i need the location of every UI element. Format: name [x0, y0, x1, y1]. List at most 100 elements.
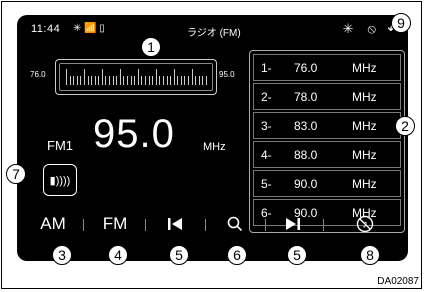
tuning-tick [76, 76, 78, 85]
signal-icon: 📶 [84, 23, 97, 34]
tuning-tick [130, 76, 132, 85]
tuning-tick [98, 76, 100, 85]
tuning-tick [155, 69, 157, 85]
preset-number: 1- [261, 61, 272, 75]
tuning-tick [73, 76, 75, 85]
no-disc-icon[interactable]: ⦸ [368, 21, 376, 37]
callout-1: 1 [141, 37, 161, 57]
tuning-bar-inner [59, 63, 213, 91]
tuning-tick [94, 76, 96, 85]
figure-code: DA02087 [377, 276, 419, 287]
callout-5b: 5 [287, 245, 307, 265]
speaker-icon: ▮)))) [49, 174, 71, 187]
tuning-tick [116, 76, 118, 85]
tuning-tick [144, 76, 146, 85]
preset-unit: MHz [352, 119, 377, 133]
divider [83, 219, 84, 231]
header-icons: ✳ ⦸ [343, 21, 376, 37]
preset-4[interactable]: 4- 88.0 MHz [253, 141, 401, 168]
tuning-tick [180, 76, 182, 85]
preset-frequency: 76.0 [294, 61, 318, 75]
tuning-tick [123, 76, 125, 85]
tuning-bar[interactable] [55, 59, 217, 95]
tuning-tick [101, 69, 103, 85]
skip-previous-icon [168, 218, 182, 230]
preset-2[interactable]: 2- 78.0 MHz [253, 83, 401, 110]
tuning-tick [91, 76, 93, 85]
am-button[interactable]: AM [35, 208, 71, 240]
tuning-tick [202, 76, 204, 85]
tuning-tick [152, 76, 154, 85]
tuning-tick [127, 76, 129, 85]
callout-2: 2 [395, 116, 415, 136]
tuning-tick [137, 69, 139, 85]
search-icon [227, 216, 243, 232]
skip-previous-button[interactable] [157, 208, 193, 240]
preset-1[interactable]: 1- 76.0 MHz [253, 54, 401, 81]
sound-settings-button[interactable]: ▮)))) [43, 164, 77, 196]
callout-9: 9 [391, 13, 411, 33]
battery-icon: ▯ [99, 23, 105, 34]
preset-3[interactable]: 3- 83.0 MHz [253, 112, 401, 139]
tuning-tick [148, 76, 150, 85]
tuning-tick [162, 76, 164, 85]
divider [205, 219, 206, 231]
tuning-tick [170, 76, 172, 85]
callout-7: 7 [6, 164, 26, 184]
preset-number: 4- [261, 148, 272, 162]
tuning-tick [87, 76, 89, 85]
search-button[interactable] [217, 208, 253, 240]
tuning-tick [173, 69, 175, 85]
frequency-unit: MHz [203, 141, 226, 153]
callout-4: 4 [108, 245, 128, 265]
status-icons: ✳ 📶 ▯ [73, 23, 105, 34]
fm-button[interactable]: FM [97, 208, 133, 240]
tuning-tick [134, 76, 136, 85]
preset-number: 3- [261, 119, 272, 133]
preset-unit: MHz [352, 61, 377, 75]
tuning-tick [119, 69, 121, 85]
tuning-tick [195, 76, 197, 85]
tuning-tick [198, 76, 200, 85]
tuning-tick [112, 76, 114, 85]
preset-unit: MHz [352, 90, 377, 104]
tuning-tick [191, 69, 193, 85]
tuning-tick [69, 76, 71, 85]
preset-5[interactable]: 5- 90.0 MHz [253, 170, 401, 197]
bluetooth-icon[interactable]: ✳ [343, 21, 354, 37]
tuning-tick [177, 76, 179, 85]
tuning-tick [141, 76, 143, 85]
preset-number: 5- [261, 177, 272, 191]
radio-screen: 11:44 ✳ 📶 ▯ ラジオ (FM) ✳ ⦸ ↶ 76.0 95.0 FM1… [17, 15, 408, 261]
preset-unit: MHz [352, 177, 377, 191]
tuning-tick [188, 76, 190, 85]
tuner-high-label: 95.0 [219, 70, 235, 79]
preset-unit: MHz [352, 148, 377, 162]
divider [265, 219, 266, 231]
callout-6: 6 [227, 245, 247, 265]
preset-frequency: 90.0 [294, 177, 318, 191]
source-button[interactable]: ♪ [347, 208, 383, 240]
tuning-tick [105, 76, 107, 85]
preset-frequency: 88.0 [294, 148, 318, 162]
band-label: FM1 [47, 138, 73, 153]
preset-number: 2- [261, 90, 272, 104]
preset-frequency: 83.0 [294, 119, 318, 133]
bluetooth-status-icon: ✳ [73, 23, 82, 34]
page-title: ラジオ (FM) [187, 28, 241, 39]
preset-frequency: 78.0 [294, 90, 318, 104]
tuner-low-label: 76.0 [30, 70, 46, 79]
music-off-icon: ♪ [356, 215, 374, 233]
tuning-ticks [66, 69, 207, 85]
tuning-tick [206, 76, 207, 85]
bottom-bar: AM FM ♪ [17, 208, 408, 240]
callout-5a: 5 [169, 245, 189, 265]
skip-next-button[interactable] [275, 208, 311, 240]
preset-list: 1- 76.0 MHz 2- 78.0 MHz 3- 83.0 MHz 4- 8… [249, 50, 405, 233]
callout-3: 3 [52, 245, 72, 265]
tuning-tick [166, 76, 168, 85]
divider [145, 219, 146, 231]
tuning-tick [159, 76, 161, 85]
frequency-display: 95.0 [93, 112, 175, 156]
tuning-tick [66, 69, 67, 85]
